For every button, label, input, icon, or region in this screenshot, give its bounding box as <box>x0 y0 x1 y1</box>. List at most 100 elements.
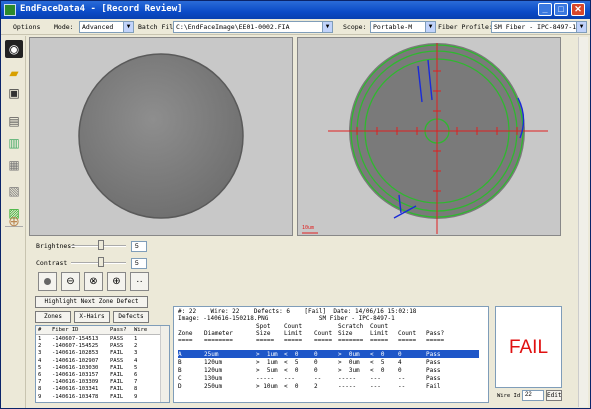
brightness-slider[interactable] <box>71 240 126 250</box>
row-pass: FAIL <box>110 372 124 378</box>
report-sep-cell: ======= <box>338 337 364 344</box>
row-wire: 9 <box>134 393 138 400</box>
zone-row-cell: ----- <box>338 383 357 390</box>
report-sep-cell: ===== <box>370 337 389 344</box>
brightness-thumb[interactable] <box>97 240 104 250</box>
zone-row-cell: A <box>178 351 182 358</box>
result-status: FAIL <box>495 306 562 388</box>
row-pass: PASS <box>110 336 124 342</box>
report-sep-cell: ===== <box>284 337 303 344</box>
report-sep-cell: ===== <box>398 337 417 344</box>
record-button[interactable] <box>38 272 57 291</box>
zone-row-cell: > 5um <box>256 367 278 374</box>
notes-icon[interactable]: ▥ <box>5 134 23 152</box>
highlight-next-zone-button[interactable]: Highlight Next Zone Defect <box>35 296 148 308</box>
record-icon <box>44 278 51 285</box>
crosshair-icon[interactable]: ⊕ <box>5 212 23 230</box>
table-row[interactable]: 4 -140616-102907 PASS 4 <box>36 358 161 365</box>
title-bar: EndFaceData4 - [Record Review] _ □ ✕ <box>1 1 590 19</box>
row-index: 7 <box>38 379 42 386</box>
zone-row-cell: Pass <box>426 375 441 382</box>
options-menu[interactable]: Options <box>13 23 40 31</box>
contrast-thumb[interactable] <box>97 257 104 267</box>
print-icon[interactable]: ▧ <box>5 182 23 200</box>
col-wire[interactable]: Wire <box>134 327 147 333</box>
archive-icon[interactable]: ▣ <box>5 84 23 102</box>
xhairs-button[interactable]: X-Hairs <box>74 311 110 323</box>
row-pass: FAIL <box>110 364 124 371</box>
table-row[interactable]: 5 -140616-103030 FAIL 5 <box>36 365 161 372</box>
mode-select[interactable]: Advanced ▼ <box>79 21 134 33</box>
row-wire: 8 <box>134 386 138 393</box>
col-index[interactable]: # <box>38 327 41 333</box>
row-index: 6 <box>38 372 42 378</box>
batch-file-value: C:\EndFaceImage\EE01-0002.FIA <box>176 23 290 31</box>
table-row[interactable]: 3 -140616-102853 FAIL 3 <box>36 350 161 357</box>
zone-row-cell: < 0 <box>284 367 299 374</box>
table-row[interactable]: 7 -140616-103309 FAIL 7 <box>36 379 161 386</box>
dots-button[interactable]: ·· <box>130 272 149 291</box>
contrast-label: Contrast <box>36 259 68 267</box>
row-fiber-id: -140607-154513 <box>52 336 99 342</box>
analysis-image-pane[interactable]: 10um <box>297 37 561 236</box>
close-button[interactable]: ✕ <box>571 3 585 16</box>
contrast-value[interactable]: 5 <box>131 258 147 269</box>
zone-row-cell: Fail <box>426 383 441 390</box>
table-row[interactable]: 2 -140607-154525 PASS 2 <box>36 343 161 350</box>
scope-select[interactable]: Portable-M ▼ <box>370 21 436 33</box>
maximize-button[interactable]: □ <box>554 3 568 16</box>
fiber-list-scrollbar[interactable] <box>160 326 169 402</box>
zone-row-cell: < 0 <box>284 351 299 358</box>
window-scrollbar[interactable] <box>578 37 588 407</box>
contrast-slider[interactable] <box>71 257 126 267</box>
zone-row-cell: --- <box>284 375 295 382</box>
zoom-out-button[interactable]: ⊖ <box>61 272 80 291</box>
fiber-list[interactable]: # Fiber ID Pass? Wire 1 -140607-154513 PAS… <box>35 325 170 403</box>
report-head2-cell: Size <box>256 330 271 337</box>
col-fiber-id[interactable]: Fiber ID <box>52 327 79 333</box>
inspection-report: #: 22 Wire: 22 Defects: 6 [Fail] Date: 1… <box>173 306 489 403</box>
wire-id-input[interactable]: 22 <box>522 390 544 401</box>
zone-row-cell: < 0 <box>370 367 385 374</box>
zone-row-cell: 2 <box>314 383 318 390</box>
row-index: 4 <box>38 357 42 364</box>
scope-value: Portable-M <box>373 23 413 31</box>
raw-image-pane[interactable] <box>29 37 293 236</box>
zones-button[interactable]: Zones <box>35 311 71 323</box>
zoom-fit-button[interactable]: ⊗ <box>84 272 103 291</box>
grid-icon[interactable]: ▦ <box>5 156 23 174</box>
mode-value: Advanced <box>82 23 114 31</box>
zone-row-cell: ----- <box>256 375 275 382</box>
report-head2-cell: Zone <box>178 330 193 337</box>
row-wire: 6 <box>134 372 138 378</box>
zone-row-cell: D <box>178 383 182 390</box>
fiber-profile-label: Fiber Profile: <box>438 23 493 31</box>
zoom-in-button[interactable]: ⊕ <box>107 272 126 291</box>
defects-button[interactable]: Defects <box>113 311 149 323</box>
zone-row-cell: -- <box>314 375 322 382</box>
fiber-profile-select[interactable]: SM Fiber - IPC-8497-1 ▼ <box>491 21 587 33</box>
layout-icon[interactable]: ▤ <box>5 112 23 130</box>
zone-row-cell: C <box>178 375 182 382</box>
table-row[interactable]: 9 -140616-103478 FAIL 9 <box>36 394 161 401</box>
chevron-down-icon: ▼ <box>425 22 435 32</box>
app-icon <box>4 4 16 16</box>
folder-icon[interactable]: ▰ <box>5 64 23 82</box>
batch-file-select[interactable]: C:\EndFaceImage\EE01-0002.FIA ▼ <box>173 21 333 33</box>
table-row[interactable]: 8 -140616-103341 FAIL 8 <box>36 386 161 393</box>
report-head2-cell: Limit <box>370 330 389 337</box>
chevron-down-icon: ▼ <box>123 22 133 32</box>
scale-label: 10um <box>302 225 314 231</box>
table-row[interactable]: 6 -140616-103157 FAIL 6 <box>36 372 161 379</box>
chevron-down-icon: ▼ <box>322 22 332 32</box>
camera-icon[interactable]: ◉ <box>5 40 23 58</box>
report-sep-cell: ===== <box>426 337 445 344</box>
minimize-button[interactable]: _ <box>538 3 552 16</box>
row-wire: 5 <box>134 364 138 371</box>
brightness-value[interactable]: 5 <box>131 241 147 252</box>
zone-row-cell: --- <box>370 383 381 390</box>
col-pass[interactable]: Pass? <box>110 327 127 333</box>
edit-button[interactable]: Edit <box>546 390 562 401</box>
table-row[interactable]: 1 -140607-154513 PASS 1 <box>36 336 161 343</box>
zone-row-cell: --- <box>370 375 381 382</box>
